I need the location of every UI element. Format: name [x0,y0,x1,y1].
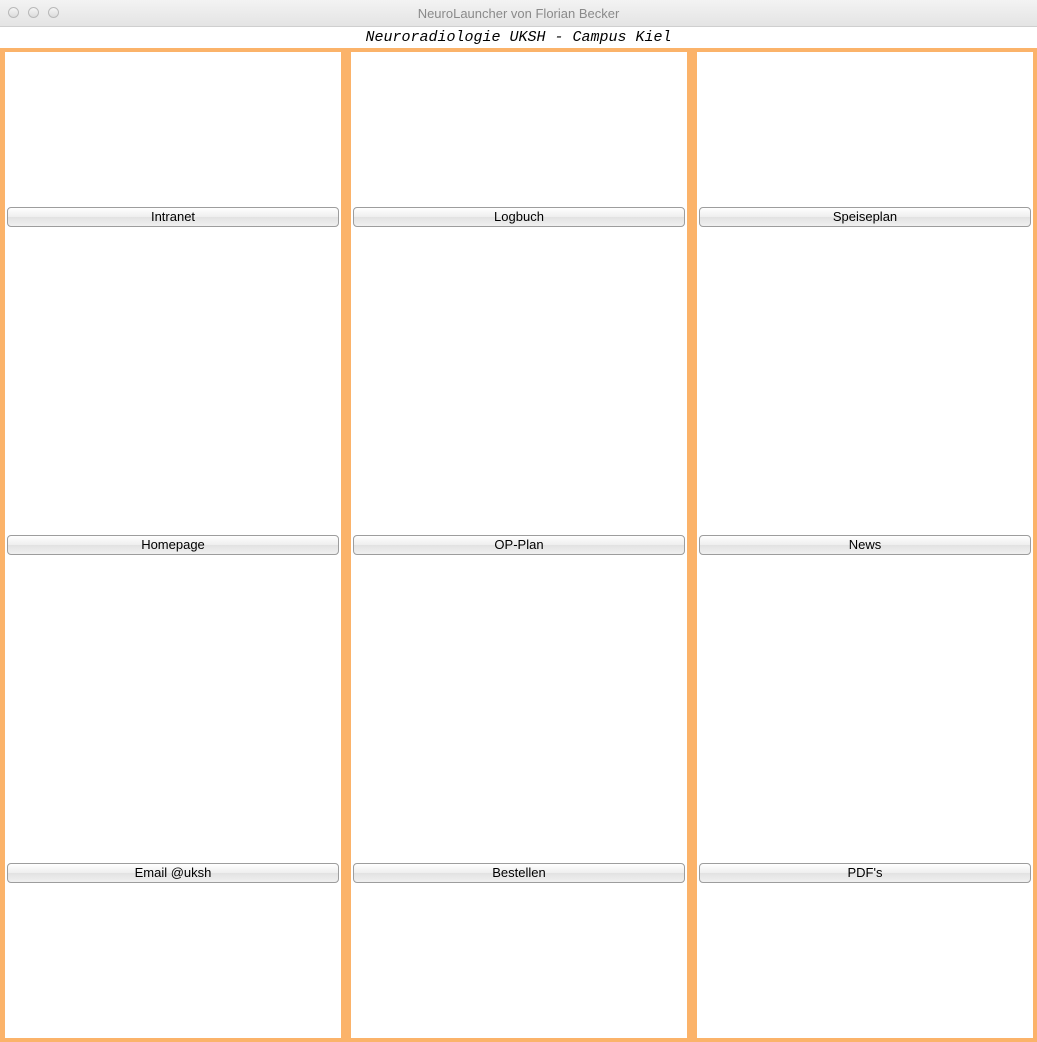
email-button[interactable]: Email @uksh [7,863,339,883]
speiseplan-button[interactable]: Speiseplan [699,207,1031,227]
page-title: Neuroradiologie UKSH - Campus Kiel [365,29,672,46]
launcher-panel: Intranet Homepage Email @uksh Logbuch OP… [0,48,1037,1042]
title-bar: NeuroLauncher von Florian Becker [0,0,1037,27]
pdfs-button[interactable]: PDF's [699,863,1031,883]
logbuch-button[interactable]: Logbuch [353,207,685,227]
op-plan-button[interactable]: OP-Plan [353,535,685,555]
homepage-button[interactable]: Homepage [7,535,339,555]
news-button[interactable]: News [699,535,1031,555]
intranet-button[interactable]: Intranet [7,207,339,227]
launcher-column-left: Intranet Homepage Email @uksh [5,52,341,1038]
launcher-column-middle: Logbuch OP-Plan Bestellen [351,52,687,1038]
launcher-column-right: Speiseplan News PDF's [697,52,1033,1038]
bestellen-button[interactable]: Bestellen [353,863,685,883]
app-window: NeuroLauncher von Florian Becker Neurora… [0,0,1037,1042]
window-title: NeuroLauncher von Florian Becker [417,6,620,21]
